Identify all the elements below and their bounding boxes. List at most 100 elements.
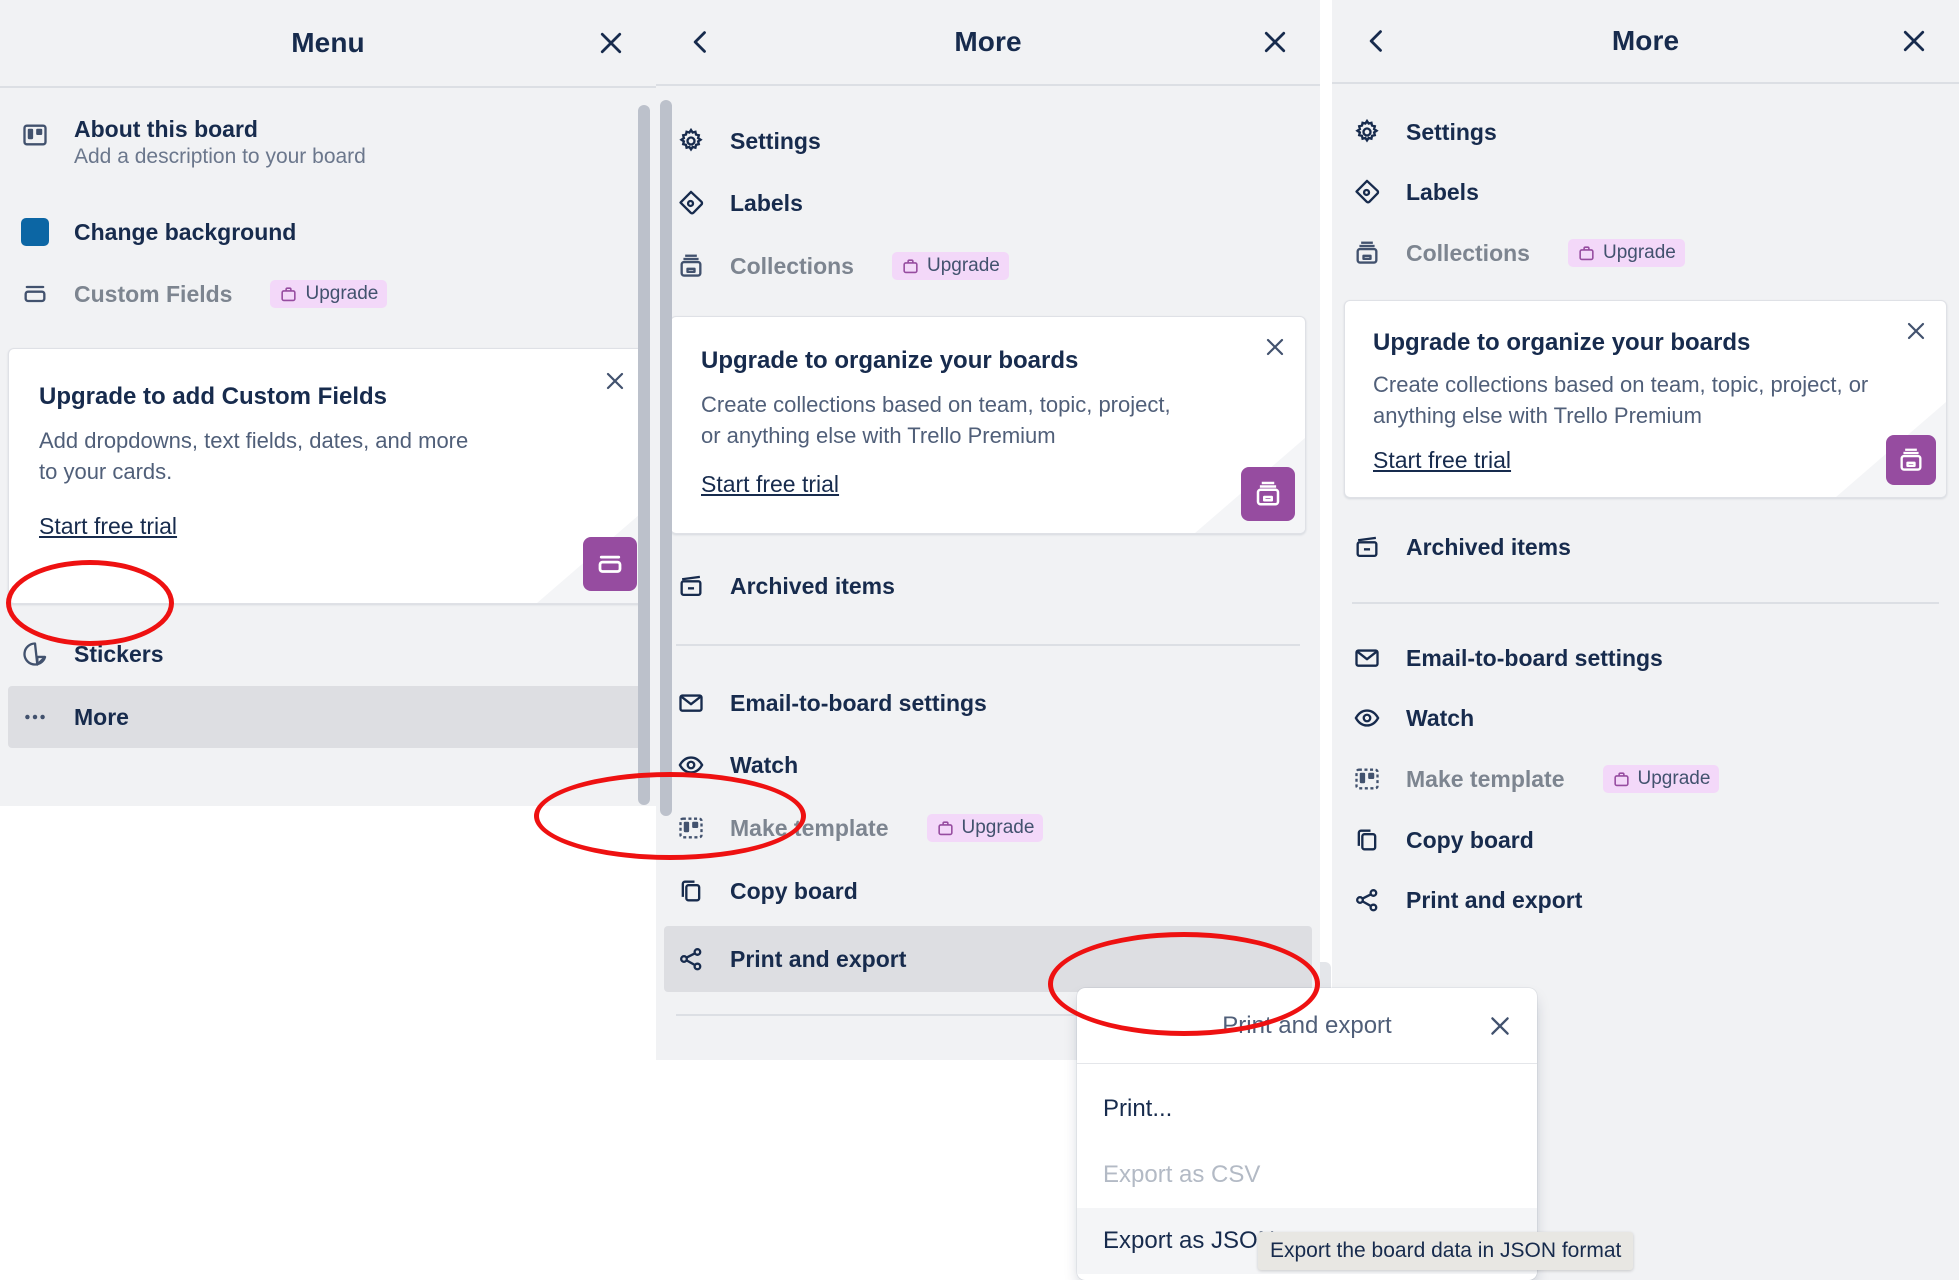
briefcase-icon [937,820,953,835]
copy-icon [1352,825,1382,855]
menu-item-collections[interactable]: Collections Upgrade [656,234,1320,298]
chevron-left-icon [693,31,706,53]
menu-item-make-template[interactable]: Make template Upgrade [656,796,1320,860]
page-title: Menu [291,27,365,58]
menu-item-label: Make template [1406,765,1565,792]
menu-item-copy-board[interactable]: Copy board [656,860,1320,922]
promo-close-button[interactable] [1257,329,1293,365]
promo-body: Create collections based on team, topic,… [1373,372,1869,429]
back-button[interactable] [678,19,724,65]
menu-item-label: About this board [74,116,258,142]
close-icon [1491,1016,1509,1035]
menu-item-change-background[interactable]: Change background [0,202,656,262]
menu-item-email-to-board-settings[interactable]: Email-to-board settings [656,672,1320,734]
menu-item-more[interactable]: More [8,686,648,748]
menu-item-email-to-board-settings[interactable]: Email-to-board settings [1332,628,1959,688]
menu-item-settings[interactable]: Settings [656,110,1320,172]
sticker-icon [20,639,50,669]
promo-title: Upgrade to organize your boards [1373,329,1751,356]
promo-body: Create collections based on team, topic,… [701,392,1171,449]
more-panel: More Settings Labels Collections Upgrade… [656,0,1320,1060]
menu-item-make-template[interactable]: Make template Upgrade [1332,748,1959,810]
share-icon [676,944,706,974]
briefcase-icon [903,258,918,273]
more-panel-right-header: More [1332,0,1959,84]
menu-item-watch[interactable]: Watch [1332,688,1959,748]
menu-panel-scrollbar[interactable] [638,105,650,805]
close-button[interactable] [588,20,634,66]
popover-item-print[interactable]: Print... [1077,1076,1537,1142]
popover-item-label: Export as JSON [1103,1227,1276,1254]
upgrade-badge[interactable]: Upgrade [270,280,388,308]
close-button[interactable] [1891,18,1937,64]
menu-item-labels[interactable]: Labels [656,172,1320,234]
menu-item-settings[interactable]: Settings [1332,102,1959,162]
start-free-trial-link[interactable]: Start free trial [39,513,177,540]
promo-close-button[interactable] [597,363,633,399]
menu-item-stickers[interactable]: Stickers [0,622,656,686]
upgrade-badge[interactable]: Upgrade [891,252,1009,280]
promo-title: Upgrade to add Custom Fields [39,383,388,410]
menu-item-copy-board[interactable]: Copy board [1332,810,1959,870]
promo-title: Upgrade to organize your boards [701,347,1079,374]
upgrade-promo-card: Upgrade to organize your boards Create c… [670,316,1306,534]
briefcase-icon [1613,771,1629,786]
promo-body: Add dropdowns, text fields, dates, and m… [39,428,469,485]
menu-item-label: More [74,703,129,730]
upgrade-badge-label: Upgrade [961,817,1035,838]
page-title: More [1611,25,1680,56]
menu-item-print-and-export[interactable]: Print and export [1332,870,1959,930]
more-panel-scrollbar[interactable] [660,100,672,816]
menu-item-label: Print and export [730,945,907,972]
menu-item-archived-items[interactable]: Archived items [656,554,1320,618]
start-free-trial-link[interactable]: Start free trial [701,471,839,498]
menu-panel: Menu About this board Add a description … [0,0,656,806]
back-button[interactable] [1354,18,1400,64]
popover-close-button[interactable] [1483,1009,1517,1043]
start-free-trial-link[interactable]: Start free trial [1373,447,1511,474]
label-tag-icon [1352,177,1382,207]
promo-artwork [527,503,647,603]
menu-item-labels[interactable]: Labels [1332,162,1959,222]
menu-item-archived-items[interactable]: Archived items [1332,516,1959,578]
upgrade-badge-label: Upgrade [926,255,1000,276]
close-icon [1903,30,1925,52]
close-icon [600,32,622,54]
template-icon [676,813,706,843]
promo-close-button[interactable] [1898,313,1934,349]
more-menu-list: Settings Labels Collections Upgrade Upgr… [656,86,1320,1016]
eye-icon [676,750,706,780]
label-tag-icon [676,188,706,218]
menu-item-label: Stickers [74,640,164,667]
menu-item-custom-fields[interactable]: Custom Fields Upgrade [0,262,656,326]
menu-item-label: Print and export [1406,886,1583,913]
share-icon [1352,885,1382,915]
menu-item-label: Collections [730,252,854,279]
copy-icon [676,876,706,906]
menu-item-label: Labels [730,189,803,216]
popover-item-label: Print... [1103,1095,1173,1122]
archive-icon [1352,532,1382,562]
upgrade-promo-card: Upgrade to add Custom Fields Add dropdow… [8,348,648,604]
menu-item-label: Archived items [730,572,895,599]
menu-item-label: Settings [1406,118,1497,145]
menu-item-about-this-board[interactable]: About this board Add a description to yo… [0,110,656,202]
background-swatch-icon [20,217,50,247]
upgrade-badge[interactable]: Upgrade [1567,239,1685,267]
menu-item-collections[interactable]: Collections Upgrade [1332,222,1959,284]
close-icon [1264,31,1286,53]
export-json-tooltip: Export the board data in JSON format [1258,1232,1634,1270]
menu-item-label: Email-to-board settings [730,689,987,716]
upgrade-badge[interactable]: Upgrade [926,814,1044,842]
custom-fields-art-icon [583,537,637,591]
menu-item-label: Watch [1406,704,1475,731]
close-button[interactable] [1252,19,1298,65]
upgrade-promo-card: Upgrade to organize your boards Create c… [1344,300,1947,498]
menu-item-print-and-export[interactable]: Print and export [664,926,1312,992]
menu-item-watch[interactable]: Watch [656,734,1320,796]
upgrade-badge[interactable]: Upgrade [1602,765,1720,793]
template-icon [1352,764,1382,794]
upgrade-badge-label: Upgrade [305,283,379,304]
ellipsis-icon [20,702,50,732]
menu-divider [1352,602,1939,604]
